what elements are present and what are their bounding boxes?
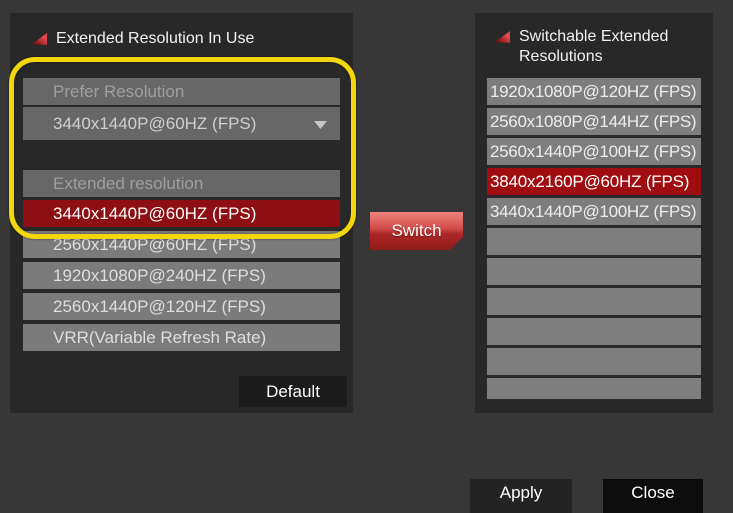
red-triangle-icon	[32, 33, 47, 45]
left-panel-title: Extended Resolution In Use	[56, 29, 254, 49]
switchable-extended-resolutions-panel: Switchable Extended Resolutions 1920x108…	[475, 13, 713, 413]
list-item-resolution[interactable]: 2560x1440P@60HZ (FPS)	[23, 231, 340, 258]
right-panel-header: Switchable Extended Resolutions	[495, 27, 695, 67]
list-item-resolution[interactable]: 2560x1440P@100HZ (FPS)	[487, 138, 701, 165]
list-item-resolution[interactable]: 3440x1440P@60HZ (FPS)	[23, 200, 340, 227]
list-item-empty[interactable]	[487, 288, 701, 315]
switchable-resolution-list: 1920x1080P@120HZ (FPS) 2560x1080P@144HZ …	[487, 78, 701, 399]
list-item-resolution[interactable]: 2560x1080P@144HZ (FPS)	[487, 108, 701, 135]
prefer-resolution-dropdown[interactable]: 3440x1440P@60HZ (FPS)	[23, 107, 340, 140]
list-item-resolution[interactable]: 3440x1440P@100HZ (FPS)	[487, 198, 701, 225]
extended-resolution-label: Extended resolution	[23, 170, 340, 197]
list-item-empty[interactable]	[487, 318, 701, 345]
list-item-empty[interactable]	[487, 228, 701, 255]
left-panel-header: Extended Resolution In Use	[32, 29, 254, 49]
close-button[interactable]: Close	[603, 479, 703, 513]
extended-resolution-in-use-panel: Extended Resolution In Use Prefer Resolu…	[10, 13, 353, 413]
chevron-down-icon	[314, 121, 327, 129]
prefer-resolution-label: Prefer Resolution	[23, 78, 340, 105]
right-panel-title: Switchable Extended Resolutions	[519, 27, 695, 67]
list-item-resolution[interactable]: 1920x1080P@120HZ (FPS)	[487, 78, 701, 105]
list-item-empty[interactable]	[487, 348, 701, 375]
close-button-label: Close	[631, 483, 674, 503]
default-button[interactable]: Default	[239, 376, 347, 407]
list-item-resolution[interactable]: 3840x2160P@60HZ (FPS)	[487, 168, 701, 195]
list-item-resolution[interactable]: 1920x1080P@240HZ (FPS)	[23, 262, 340, 289]
red-triangle-icon	[495, 31, 510, 43]
switch-button[interactable]: Switch	[370, 212, 463, 250]
list-item-resolution[interactable]: 2560x1440P@120HZ (FPS)	[23, 293, 340, 320]
list-item-vrr[interactable]: VRR(Variable Refresh Rate)	[23, 324, 340, 351]
prefer-resolution-value: 3440x1440P@60HZ (FPS)	[53, 114, 256, 134]
list-item-empty[interactable]	[487, 258, 701, 285]
extended-resolution-list: 3440x1440P@60HZ (FPS) 2560x1440P@60HZ (F…	[23, 200, 340, 351]
list-item-empty[interactable]	[487, 378, 701, 399]
apply-button-label: Apply	[500, 483, 543, 503]
apply-button[interactable]: Apply	[470, 479, 572, 513]
